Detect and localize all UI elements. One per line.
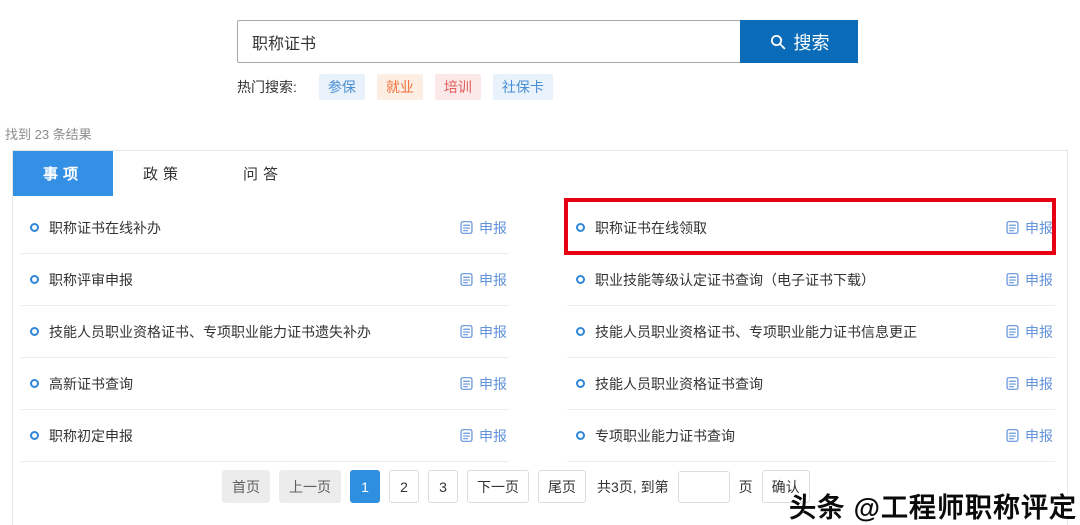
bullet-icon [576,431,585,440]
results-column-right: 职称证书在线领取 申报 职业技能等级认定证书查询（电子证书下载） 申报 技能人员职业资格… [564,198,1056,462]
apply-link[interactable]: 申报 [459,426,507,446]
page-last-button[interactable]: 尾页 [538,470,586,503]
result-item[interactable]: 职业技能等级认定证书查询（电子证书下载） 申报 [567,254,1055,306]
apply-link[interactable]: 申报 [1005,218,1053,238]
bullet-icon [30,379,39,388]
result-item-label: 专项职业能力证书查询 [595,427,735,444]
page-unit-label: 页 [738,478,753,495]
page-first-button[interactable]: 首页 [222,470,270,503]
hot-search-tags: 参保 就业 培训 社保卡 [318,74,565,100]
tab-1[interactable]: 事项 [13,151,113,196]
bullet-icon [30,223,39,232]
hot-tag-2[interactable]: 就业 [376,74,423,100]
result-item-label: 职称证书在线补办 [49,219,161,236]
form-icon [460,221,473,234]
page-prev-button[interactable]: 上一页 [279,470,341,503]
bullet-icon [30,431,39,440]
result-item-label: 技能人员职业资格证书、专项职业能力证书遗失补办 [49,323,371,340]
result-item[interactable]: 技能人员职业资格证书查询 申报 [567,358,1055,410]
apply-link[interactable]: 申报 [459,374,507,394]
hot-search-row: 热门搜索: 参保 就业 培训 社保卡 [237,74,565,100]
form-icon [1006,273,1019,286]
search-bar: 搜索 [237,20,858,63]
apply-link[interactable]: 申报 [1005,426,1053,446]
page-number-button-2[interactable]: 2 [389,470,419,503]
apply-link-label: 申报 [479,427,507,444]
apply-link[interactable]: 申报 [1005,374,1053,394]
search-button[interactable]: 搜索 [740,20,858,63]
bullet-icon [30,275,39,284]
result-item-label: 技能人员职业资格证书、专项职业能力证书信息更正 [595,323,917,340]
form-icon [1006,377,1019,390]
page-number-button-1[interactable]: 1 [350,470,380,503]
result-item[interactable]: 技能人员职业资格证书、专项职业能力证书遗失补办 申报 [21,306,509,358]
bullet-icon [576,379,585,388]
apply-link[interactable]: 申报 [459,218,507,238]
page-summary-text: 共3页, 到第 [597,478,669,495]
results-column-left: 职称证书在线补办 申报 职称评审申报 申报 技能人员职业资格证书、专项职业能力证书遗失补… [21,202,509,462]
result-item-label: 技能人员职业资格证书查询 [595,375,763,392]
hot-tag-3[interactable]: 培训 [434,74,481,100]
search-input[interactable] [237,20,740,63]
apply-link-label: 申报 [1025,219,1053,236]
result-item-label: 职称证书在线领取 [595,219,707,236]
form-icon [460,429,473,442]
page-jump-input[interactable] [677,470,730,503]
apply-link-label: 申报 [1025,375,1053,392]
bullet-icon [576,327,585,336]
tab-3[interactable]: 问答 [213,151,313,196]
bullet-icon [576,275,585,284]
form-icon [460,377,473,390]
result-item-label: 职称初定申报 [49,427,133,444]
apply-link-label: 申报 [1025,323,1053,340]
apply-link[interactable]: 申报 [459,322,507,342]
result-item-label: 职业技能等级认定证书查询（电子证书下载） [595,271,875,288]
bullet-icon [576,223,585,232]
pagination: 首页 上一页 1 2 3 下一页 尾页 共3页, 到第页确认 [222,470,810,503]
apply-link[interactable]: 申报 [459,270,507,290]
apply-link-label: 申报 [479,375,507,392]
apply-link-label: 申报 [479,271,507,288]
tab-2[interactable]: 政策 [113,151,213,196]
form-icon [1006,221,1019,234]
form-icon [1006,325,1019,338]
form-icon [460,325,473,338]
form-icon [460,273,473,286]
result-item-label: 职称评审申报 [49,271,133,288]
hot-tag-4[interactable]: 社保卡 [492,74,553,100]
apply-link-label: 申报 [479,219,507,236]
hot-search-label: 热门搜索: [237,79,297,95]
search-button-label: 搜索 [793,32,830,53]
result-item-label: 高新证书查询 [49,375,133,392]
result-item[interactable]: 技能人员职业资格证书、专项职业能力证书信息更正 申报 [567,306,1055,358]
tab-bar: 事项 政策 问答 [13,151,1067,196]
apply-link[interactable]: 申报 [1005,270,1053,290]
result-count: 找到 23 条结果 [5,127,92,142]
form-icon [1006,429,1019,442]
apply-link-label: 申报 [1025,271,1053,288]
result-item[interactable]: 职称证书在线补办 申报 [21,202,509,254]
apply-link-label: 申报 [479,323,507,340]
result-item[interactable]: 职称评审申报 申报 [21,254,509,306]
result-item[interactable]: 职称初定申报 申报 [21,410,509,462]
result-item[interactable]: 职称证书在线领取 申报 [564,198,1056,255]
hot-tag-1[interactable]: 参保 [318,74,365,100]
results-list: 职称证书在线补办 申报 职称评审申报 申报 技能人员职业资格证书、专项职业能力证书遗失补… [13,196,1067,462]
watermark-text: 头条 @工程师职称评定 [789,493,1077,523]
result-item[interactable]: 高新证书查询 申报 [21,358,509,410]
result-item[interactable]: 专项职业能力证书查询 申报 [567,410,1055,462]
apply-link[interactable]: 申报 [1005,322,1053,342]
search-icon [770,34,785,49]
page-next-button[interactable]: 下一页 [467,470,529,503]
bullet-icon [30,327,39,336]
page-number-button-3[interactable]: 3 [428,470,458,503]
results-panel: 事项 政策 问答 职称证书在线补办 申报 职称评审申报 申报 技能人员职业资格证书、专项职业… [12,150,1068,525]
apply-link-label: 申报 [1025,427,1053,444]
